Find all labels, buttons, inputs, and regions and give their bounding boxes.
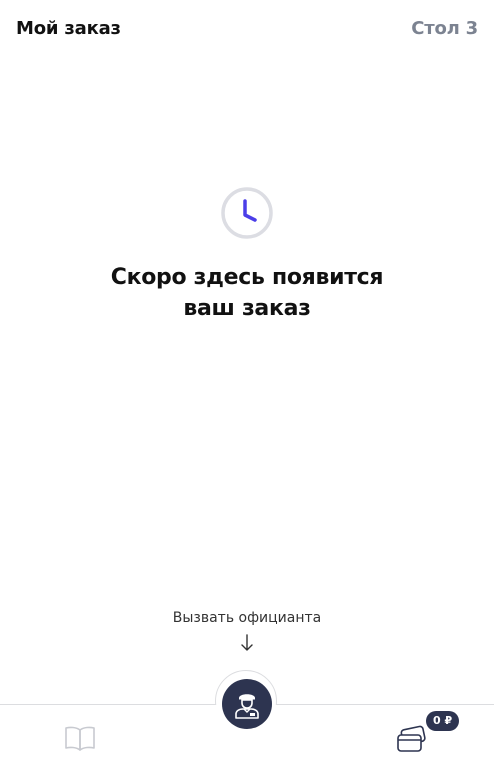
- empty-order-message: Скоро здесь появится ваш заказ: [0, 262, 494, 324]
- empty-order-line-2: ваш заказ: [183, 296, 311, 321]
- empty-order-line-1: Скоро здесь появится: [110, 265, 384, 290]
- arrow-down-icon: [241, 634, 253, 651]
- page-title: Мой заказ: [16, 18, 121, 39]
- table-number: Стол 3: [411, 18, 478, 39]
- waiter-icon: [235, 694, 259, 719]
- open-book-icon[interactable]: [64, 725, 96, 751]
- credit-card-icon[interactable]: [396, 725, 428, 753]
- call-waiter-label: Вызвать официанта: [172, 610, 322, 626]
- clock-icon: [221, 187, 273, 239]
- payment-total-badge: 0 ₽: [426, 711, 460, 731]
- empty-order-state: Скоро здесь появится ваш заказ: [0, 186, 494, 324]
- call-waiter-button[interactable]: [222, 679, 272, 729]
- header: Мой заказ Стол 3: [0, 0, 494, 60]
- call-waiter-hint: Вызвать официанта: [0, 610, 494, 652]
